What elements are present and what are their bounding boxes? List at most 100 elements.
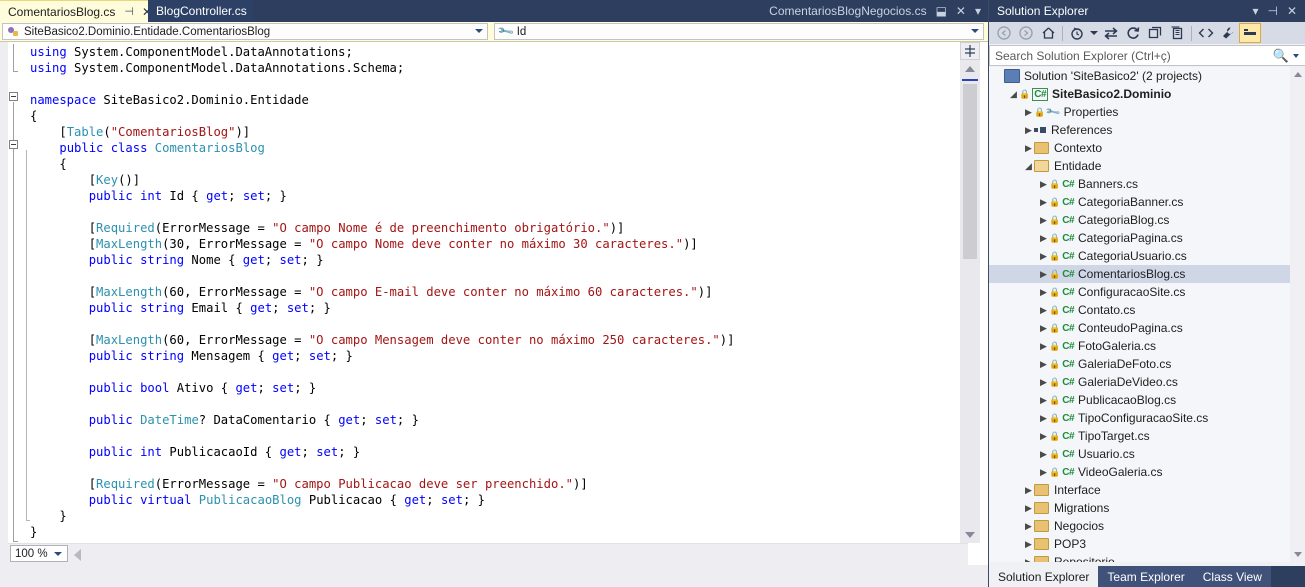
tab-solution-explorer[interactable]: Solution Explorer bbox=[989, 566, 1099, 587]
tree-item[interactable]: ▶ Negocios bbox=[989, 517, 1305, 535]
search-solution-explorer-input[interactable]: Search Solution Explorer (Ctrl+ç) 🔍 bbox=[989, 45, 1305, 66]
tree-item[interactable]: ▶ 🔒 🔧 Properties bbox=[989, 103, 1305, 121]
tree-item[interactable]: ▶ 🔒 C# GaleriaDeFoto.cs bbox=[989, 355, 1305, 373]
tree-item[interactable]: ▶ 🔒 C# FotoGaleria.cs bbox=[989, 337, 1305, 355]
chevron-down-icon[interactable] bbox=[1293, 53, 1299, 58]
tree-item[interactable]: Solution 'SiteBasico2' (2 projects) bbox=[989, 67, 1305, 85]
pin-icon[interactable]: ⊣ bbox=[124, 5, 134, 18]
scroll-up-arrow[interactable] bbox=[1290, 67, 1305, 82]
chevron-right-icon[interactable]: ▶ bbox=[1038, 197, 1049, 208]
tree-item[interactable]: ▶ 🔒 C# Usuario.cs bbox=[989, 445, 1305, 463]
back-button[interactable] bbox=[993, 23, 1015, 43]
forward-button[interactable] bbox=[1015, 23, 1037, 43]
collapse-all-button[interactable] bbox=[1144, 23, 1166, 43]
solution-tree[interactable]: Solution 'SiteBasico2' (2 projects) ◢ 🔒 C# S… bbox=[989, 67, 1305, 562]
split-view-handle[interactable] bbox=[960, 42, 980, 60]
show-all-files-button[interactable] bbox=[1166, 23, 1188, 43]
tree-item[interactable]: ▶ Repositorio bbox=[989, 553, 1305, 562]
scroll-left-arrow[interactable] bbox=[74, 549, 81, 561]
chevron-right-icon[interactable]: ▶ bbox=[1023, 125, 1034, 136]
pin-icon[interactable]: ⊣ bbox=[1267, 4, 1277, 18]
chevron-right-icon[interactable]: ▶ bbox=[1023, 521, 1034, 532]
chevron-right-icon[interactable]: ▶ bbox=[1038, 377, 1049, 388]
chevron-down-icon[interactable] bbox=[971, 29, 979, 33]
chevron-right-icon[interactable]: ▶ bbox=[1023, 485, 1034, 496]
preview-selected-items-button[interactable] bbox=[1239, 23, 1261, 43]
tree-item[interactable]: ▶ Migrations bbox=[989, 499, 1305, 517]
sync-with-active-document-button[interactable] bbox=[1100, 23, 1122, 43]
restore-icon[interactable]: ⬓ bbox=[936, 4, 947, 18]
chevron-right-icon[interactable]: ▶ bbox=[1038, 395, 1049, 406]
chevron-right-icon[interactable]: ▶ bbox=[1038, 269, 1049, 280]
chevron-right-icon[interactable]: ▶ bbox=[1023, 143, 1034, 154]
tree-item[interactable]: ▶ 🔒 C# CategoriaBlog.cs bbox=[989, 211, 1305, 229]
tree-item[interactable]: ▶ 🔒 C# VideoGaleria.cs bbox=[989, 463, 1305, 481]
editor-vertical-scrollbar[interactable] bbox=[960, 42, 980, 543]
chevron-right-icon[interactable]: ▶ bbox=[1038, 215, 1049, 226]
chevron-down-icon[interactable]: ◢ bbox=[1008, 89, 1019, 100]
chevron-down-icon[interactable]: ▾ bbox=[1252, 4, 1258, 18]
tab-blogcontroller-cs[interactable]: BlogController.cs bbox=[148, 0, 253, 22]
scroll-down-arrow[interactable] bbox=[1290, 547, 1305, 562]
tree-item[interactable]: ▶ 🔒 C# CategoriaPagina.cs bbox=[989, 229, 1305, 247]
solution-tree-scrollbar[interactable] bbox=[1290, 67, 1305, 562]
tree-item[interactable]: ▶ 🔒 C# GaleriaDeVideo.cs bbox=[989, 373, 1305, 391]
fold-toggle-class[interactable] bbox=[9, 140, 18, 149]
chevron-right-icon[interactable]: ▶ bbox=[1038, 305, 1049, 316]
chevron-right-icon[interactable]: ▶ bbox=[1038, 467, 1049, 478]
chevron-down-icon[interactable]: ▾ bbox=[975, 4, 981, 18]
chevron-right-icon[interactable]: ▶ bbox=[1038, 359, 1049, 370]
home-button[interactable] bbox=[1037, 23, 1059, 43]
chevron-right-icon[interactable]: ▶ bbox=[1023, 503, 1034, 514]
chevron-right-icon[interactable]: ▶ bbox=[1038, 179, 1049, 190]
fold-toggle-namespace[interactable] bbox=[9, 92, 18, 101]
refresh-button[interactable] bbox=[1122, 23, 1144, 43]
close-icon[interactable]: ✕ bbox=[956, 4, 966, 18]
chevron-right-icon[interactable]: ▶ bbox=[1038, 413, 1049, 424]
tree-item[interactable]: ▶ 🔒 C# ConteudoPagina.cs bbox=[989, 319, 1305, 337]
scroll-down-arrow[interactable] bbox=[960, 527, 980, 543]
tree-item[interactable]: ◢ Entidade bbox=[989, 157, 1305, 175]
chevron-right-icon[interactable]: ▶ bbox=[1038, 251, 1049, 262]
zoom-level-selector[interactable]: 100 % bbox=[10, 545, 68, 562]
type-dropdown[interactable]: SiteBasico2.Dominio.Entidade.Comentarios… bbox=[2, 23, 488, 40]
chevron-right-icon[interactable]: ▶ bbox=[1023, 539, 1034, 550]
tree-item[interactable]: ▶ 🔒 C# CategoriaUsuario.cs bbox=[989, 247, 1305, 265]
chevron-right-icon[interactable]: ▶ bbox=[1038, 323, 1049, 334]
chevron-right-icon[interactable]: ▶ bbox=[1038, 341, 1049, 352]
code-editor[interactable]: using System.ComponentModel.DataAnnotati… bbox=[0, 42, 988, 565]
editor-horizontal-scrollbar[interactable]: 100 % bbox=[8, 543, 968, 565]
tree-item[interactable]: ▶ 🔒 C# PublicacaoBlog.cs bbox=[989, 391, 1305, 409]
pending-changes-filter-button[interactable] bbox=[1066, 23, 1088, 43]
chevron-right-icon[interactable]: ▶ bbox=[1038, 449, 1049, 460]
tree-item[interactable]: ◢ 🔒 C# SiteBasico2.Dominio bbox=[989, 85, 1305, 103]
chevron-down-icon[interactable] bbox=[475, 29, 483, 33]
tab-team-explorer[interactable]: Team Explorer bbox=[1098, 566, 1194, 587]
tree-item[interactable]: ▶ 🔒 C# ConfiguracaoSite.cs bbox=[989, 283, 1305, 301]
tree-item[interactable]: ▶ 🔒 C# Banners.cs bbox=[989, 175, 1305, 193]
tree-item[interactable]: ▶ 🔒 C# Contato.cs bbox=[989, 301, 1305, 319]
chevron-right-icon[interactable]: ▶ bbox=[1038, 233, 1049, 244]
search-icon[interactable]: 🔍 bbox=[1273, 48, 1289, 64]
tree-item[interactable]: ▶ Interface bbox=[989, 481, 1305, 499]
member-dropdown[interactable]: 🔧 Id bbox=[494, 23, 984, 41]
tree-item[interactable]: ▶ References bbox=[989, 121, 1305, 139]
tree-item[interactable]: ▶ 🔒 C# TipoTarget.cs bbox=[989, 427, 1305, 445]
chevron-right-icon[interactable]: ▶ bbox=[1023, 107, 1034, 118]
chevron-down-icon[interactable]: ◢ bbox=[1023, 161, 1034, 172]
tree-item-selected[interactable]: ▶ 🔒 C# ComentariosBlog.cs bbox=[989, 265, 1305, 283]
tree-item[interactable]: ▶ POP3 bbox=[989, 535, 1305, 553]
chevron-down-icon[interactable] bbox=[54, 552, 62, 556]
tree-item[interactable]: ▶ 🔒 C# CategoriaBanner.cs bbox=[989, 193, 1305, 211]
chevron-right-icon[interactable]: ▶ bbox=[1038, 287, 1049, 298]
pending-changes-dropdown[interactable] bbox=[1088, 23, 1100, 43]
tree-item[interactable]: ▶ Contexto bbox=[989, 139, 1305, 157]
chevron-right-icon[interactable]: ▶ bbox=[1038, 431, 1049, 442]
code-fold-margin[interactable] bbox=[8, 42, 30, 543]
tree-item[interactable]: ▶ 🔒 C# TipoConfiguracaoSite.cs bbox=[989, 409, 1305, 427]
properties-button[interactable] bbox=[1217, 23, 1239, 43]
tab-class-view[interactable]: Class View bbox=[1193, 566, 1271, 587]
scrollbar-thumb[interactable] bbox=[963, 84, 977, 259]
view-code-button[interactable] bbox=[1195, 23, 1217, 43]
chevron-right-icon[interactable]: ▶ bbox=[1023, 557, 1034, 563]
